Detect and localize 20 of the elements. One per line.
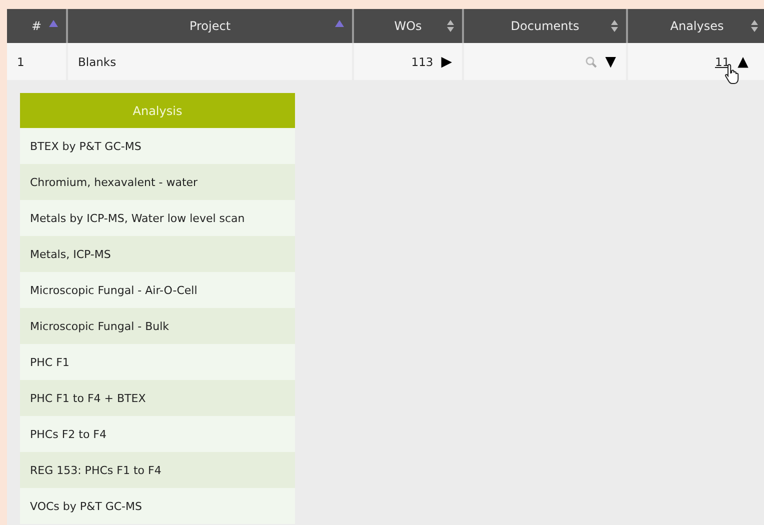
table-cell: PHCs F2 to F4 <box>20 416 295 452</box>
table-cell: 1 <box>17 54 24 68</box>
table-cell: BTEX by P&T GC-MS <box>20 128 295 164</box>
table-cell: PHC F1 to F4 + BTEX <box>20 380 295 416</box>
expand-toggle[interactable]: ▲ <box>738 54 748 68</box>
table-cell: VOCs by P&T GC-MS <box>20 488 295 524</box>
count-link[interactable]: 11 <box>715 54 730 68</box>
table-cell: Blanks <box>78 54 116 68</box>
table-cell: Chromium, hexavalent - water <box>20 164 295 200</box>
table-cell: Metals by ICP-MS, Water low level scan <box>20 200 295 236</box>
expand-toggle[interactable]: ▼ <box>605 54 616 68</box>
table-cell: Metals, ICP-MS <box>20 236 295 272</box>
search-icon[interactable] <box>585 56 598 68</box>
table-cell: REG 153: PHCs F1 to F4 <box>20 452 295 488</box>
column-header: Analysis <box>20 93 295 128</box>
expand-toggle[interactable]: ▶ <box>441 54 452 68</box>
table-cell: 113 <box>411 54 434 68</box>
table-cell: Microscopic Fungal - Bulk <box>20 308 295 344</box>
table-cell: Microscopic Fungal - Air-O-Cell <box>20 272 295 308</box>
table-cell: PHC F1 <box>20 344 295 380</box>
